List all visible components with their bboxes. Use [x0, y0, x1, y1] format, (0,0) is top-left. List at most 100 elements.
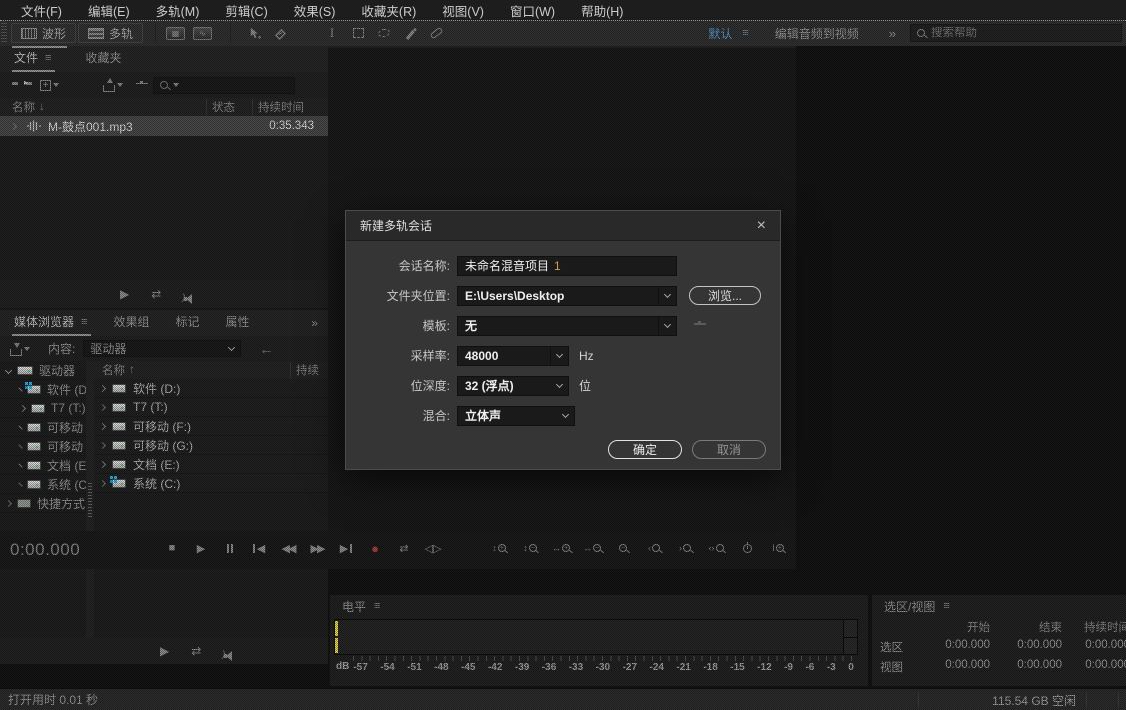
drive-row[interactable]: 软件 (D:)	[94, 379, 328, 398]
play-button[interactable]: ▶	[191, 537, 211, 559]
files-search-field[interactable]	[153, 77, 295, 94]
media-import-button[interactable]	[10, 342, 30, 356]
razor-tool-icon[interactable]	[267, 23, 293, 43]
view-start[interactable]: 0:00.000	[920, 659, 990, 675]
tree-drive-item[interactable]: 软件 (D:)	[0, 380, 86, 399]
menu-clip[interactable]: 剪辑(C)	[212, 1, 280, 20]
zoom-in-vertical-icon[interactable]: ↕+	[487, 537, 511, 559]
view-duration[interactable]: 0:00.000	[1062, 659, 1126, 675]
spectral-pitch-display-icon[interactable]: ∿	[193, 27, 212, 40]
selection-duration[interactable]: 0:00.000	[1062, 639, 1126, 655]
record-button[interactable]: ●	[365, 537, 385, 559]
new-item-button[interactable]: +	[40, 80, 59, 91]
drive-row[interactable]: 可移动 (G:)	[94, 436, 328, 455]
files-list-empty-area[interactable]	[0, 136, 328, 280]
menu-multitrack[interactable]: 多轨(M)	[143, 1, 213, 20]
menu-effects[interactable]: 效果(S)	[281, 1, 349, 20]
session-name-field[interactable]: 未命名混音项目 1	[457, 256, 677, 276]
workspace-menu-icon[interactable]: ≡	[742, 27, 748, 39]
marquee-selection-tool-icon[interactable]	[345, 23, 371, 43]
tree-list-splitter[interactable]	[86, 361, 94, 638]
workspace-default-button[interactable]: 默认	[708, 25, 732, 42]
tab-media-browser[interactable]: 媒体浏览器 ≡	[12, 313, 97, 336]
expander-icon[interactable]	[0, 124, 26, 129]
level-meter[interactable]	[334, 619, 858, 655]
stop-button[interactable]: ■	[162, 537, 182, 559]
drive-row[interactable]: 系统 (C:)	[94, 474, 328, 493]
menu-favorites[interactable]: 收藏夹(R)	[348, 1, 429, 20]
ok-button[interactable]: 确定	[608, 440, 682, 459]
dialog-title-bar[interactable]: 新建多轨会话 ×	[346, 211, 780, 241]
time-selection-tool-icon[interactable]: I	[319, 23, 345, 43]
tab-selection-view-label[interactable]: 选区/视图	[884, 598, 935, 615]
drive-row[interactable]: 文档 (E:)	[94, 455, 328, 474]
zoom-out-horizontal-icon[interactable]: ↔−	[580, 537, 604, 559]
zoom-full-icon[interactable]: I+	[766, 537, 790, 559]
spectral-frequency-display-icon[interactable]: ▦	[166, 27, 185, 40]
tree-drive-item[interactable]: 系统 (C:)	[0, 475, 86, 494]
workspace-item-edit-audio-to-video[interactable]: 编辑音频到视频	[775, 25, 859, 42]
mix-dropdown[interactable]: 立体声	[457, 406, 575, 426]
zoom-to-selection-icon[interactable]: ‹›	[704, 537, 728, 559]
sample-rate-dropdown[interactable]: 48000	[457, 346, 569, 366]
menu-window[interactable]: 窗口(W)	[497, 1, 568, 20]
column-name[interactable]: 名称 ↑	[94, 362, 290, 378]
column-name[interactable]: 名称 ↓	[0, 99, 206, 115]
playhead-time[interactable]: 0:00.000	[10, 540, 80, 560]
column-status[interactable]: 状态	[206, 99, 252, 115]
paintbrush-selection-tool-icon[interactable]	[397, 23, 423, 43]
column-duration[interactable]: 持续时间	[252, 99, 328, 115]
preview-play-button[interactable]: ▶	[120, 287, 129, 301]
timer-icon[interactable]	[735, 537, 759, 559]
browse-button[interactable]: 浏览...	[689, 286, 761, 305]
panel-menu-icon[interactable]: ≡	[943, 600, 949, 612]
close-icon[interactable]: ×	[757, 218, 766, 234]
clip-indicators[interactable]	[843, 620, 857, 654]
file-row[interactable]: M-鼓点001.mp3 0:35.343	[0, 116, 328, 136]
menu-help[interactable]: 帮助(H)	[568, 1, 636, 20]
preview-play-button[interactable]: ▶	[160, 644, 169, 658]
zoom-to-out-point-icon[interactable]: ›	[673, 537, 697, 559]
loop-playback-button[interactable]: ⇄	[394, 537, 414, 559]
bit-depth-dropdown[interactable]: 32 (浮点)	[457, 376, 569, 396]
view-end[interactable]: 0:00.000	[990, 659, 1062, 675]
workspace-overflow-icon[interactable]: »	[889, 26, 896, 41]
waveform-view-button[interactable]: 波形	[11, 23, 76, 43]
panel-menu-icon[interactable]: ≡	[81, 316, 87, 328]
tree-root-drives[interactable]: 驱动器	[0, 361, 86, 380]
toolbar-grip[interactable]	[1, 23, 7, 43]
zoom-in-horizontal-icon[interactable]: ↔+	[549, 537, 573, 559]
loop-playback-button[interactable]: ⇄	[191, 644, 201, 658]
tree-drive-item[interactable]: 文档 (E:)	[0, 456, 86, 475]
menu-view[interactable]: 视图(V)	[429, 1, 497, 20]
folder-location-dropdown[interactable]: E:\Users\Desktop	[457, 286, 677, 306]
panel-overflow-icon[interactable]: »	[309, 316, 328, 336]
tab-markers[interactable]: 标记	[173, 313, 209, 336]
drive-row[interactable]: 可移动 (F:)	[94, 417, 328, 436]
tab-effects-rack[interactable]: 效果组	[111, 313, 159, 336]
tree-drive-item[interactable]: 可移动 (F:)	[0, 418, 86, 437]
skip-selection-button[interactable]: ◁▷	[423, 537, 443, 559]
search-help-box[interactable]	[910, 24, 1122, 42]
move-tool-icon[interactable]	[241, 23, 267, 43]
lasso-selection-tool-icon[interactable]	[371, 23, 397, 43]
drive-row[interactable]: T7 (T:)	[94, 398, 328, 417]
go-to-next-button[interactable]: ▶	[336, 537, 356, 559]
menu-file[interactable]: 文件(F)	[8, 1, 75, 20]
loop-playback-button[interactable]: ⇄	[151, 287, 161, 301]
tab-favorites[interactable]: 收藏夹	[83, 49, 131, 72]
search-help-input[interactable]	[931, 27, 1115, 39]
panel-menu-icon[interactable]: ≡	[374, 600, 380, 612]
export-button[interactable]	[103, 78, 123, 92]
zoom-out-vertical-icon[interactable]: ↕−	[518, 537, 542, 559]
zoom-to-in-point-icon[interactable]: ‹	[642, 537, 666, 559]
fast-forward-button[interactable]: ▶▶	[307, 537, 327, 559]
zoom-out-full-icon[interactable]: −	[611, 537, 635, 559]
cancel-button[interactable]: 取消	[692, 440, 766, 459]
content-dropdown[interactable]: 驱动器	[83, 340, 241, 357]
selection-end[interactable]: 0:00.000	[990, 639, 1062, 655]
spot-healing-brush-tool-icon[interactable]	[423, 23, 449, 43]
tab-properties[interactable]: 属性	[223, 313, 259, 336]
pause-button[interactable]	[220, 537, 240, 559]
rewind-button[interactable]: ◀◀	[278, 537, 298, 559]
